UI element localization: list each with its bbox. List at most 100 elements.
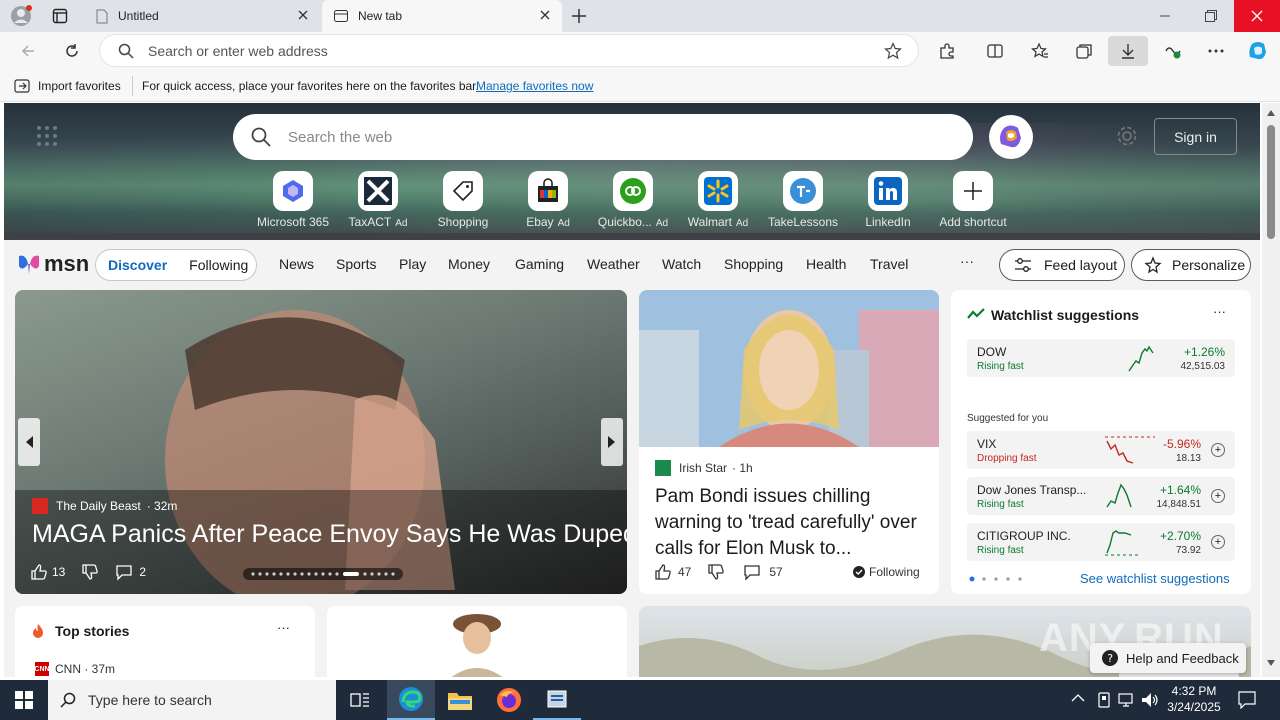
tab-actions-icon[interactable]	[52, 8, 68, 24]
app-launcher-icon[interactable]	[34, 123, 60, 149]
shortcut-shopping[interactable]: Shopping	[420, 171, 506, 231]
star-favorite-icon[interactable]	[884, 42, 902, 60]
msn-logo[interactable]: msn	[16, 251, 89, 277]
downloads-icon[interactable]	[1108, 36, 1148, 66]
volume-icon[interactable]	[1141, 692, 1159, 708]
tab-untitled[interactable]: Untitled	[84, 0, 320, 32]
tab-new-tab[interactable]: New tab	[322, 0, 562, 32]
following-tab[interactable]: Following	[189, 257, 248, 273]
discover-tab[interactable]: Discover	[108, 257, 167, 273]
watchlist-row-citigroup[interactable]: CITIGROUP INC. Rising fast +2.70% 73.92 …	[967, 523, 1235, 561]
settings-gear-icon[interactable]	[1116, 125, 1138, 147]
taskbar-file-explorer[interactable]	[436, 680, 484, 720]
add-shortcut-button[interactable]: Add shortcut	[930, 171, 1016, 231]
personalize-button[interactable]: Personalize	[1131, 249, 1251, 281]
shortcut-microsoft-365[interactable]: Microsoft 365	[250, 171, 336, 231]
profile-avatar[interactable]	[10, 5, 34, 27]
taskbar-firefox[interactable]	[485, 680, 533, 720]
address-bar[interactable]	[100, 35, 918, 66]
page-scrollbar[interactable]	[1262, 103, 1280, 677]
hero-story-card[interactable]: The Daily Beast · 32m MAGA Panics After …	[15, 290, 627, 594]
close-tab-icon[interactable]	[538, 8, 552, 22]
restore-button[interactable]	[1188, 0, 1234, 32]
taskbar-search[interactable]	[48, 680, 336, 720]
nav-watch[interactable]: Watch	[662, 256, 701, 272]
split-screen-icon[interactable]	[980, 37, 1010, 65]
carousel-dots[interactable]	[243, 568, 403, 580]
taskbar-app[interactable]	[533, 680, 581, 720]
story-headline[interactable]: Pam Bondi issues chilling warning to 'tr…	[655, 484, 927, 562]
nav-more-button[interactable]: ···	[960, 253, 974, 269]
back-button[interactable]	[13, 37, 43, 65]
shortcut-quickbooks[interactable]: Quickbo... Ad	[590, 171, 676, 231]
chevron-up-icon[interactable]	[1071, 693, 1085, 703]
nav-weather[interactable]: Weather	[587, 256, 640, 272]
taskbar-clock[interactable]: 4:32 PM 3/24/2025	[1160, 683, 1228, 715]
shortcut-taxact[interactable]: TaxACT Ad	[335, 171, 421, 231]
collections-icon[interactable]	[1069, 37, 1099, 65]
nav-health[interactable]: Health	[806, 256, 846, 272]
import-favorites-button[interactable]: Import favorites	[38, 79, 121, 93]
watchlist-row-vix[interactable]: VIX Dropping fast -5.96% 18.13 +	[967, 431, 1235, 469]
taskbar-edge[interactable]	[387, 680, 435, 720]
nav-play[interactable]: Play	[399, 256, 426, 272]
watchlist-more-button[interactable]: ···	[1213, 304, 1226, 319]
nav-news[interactable]: News	[279, 256, 314, 272]
following-badge[interactable]: Following	[853, 565, 920, 579]
story-card[interactable]: Irish Star · 1h Pam Bondi issues chillin…	[639, 290, 939, 594]
extensions-icon[interactable]	[932, 37, 962, 65]
nav-money[interactable]: Money	[448, 256, 490, 272]
like-icon[interactable]	[30, 563, 48, 581]
taskbar-search-input[interactable]	[88, 692, 318, 708]
nav-travel[interactable]: Travel	[870, 256, 908, 272]
new-tab-plus-icon[interactable]	[570, 7, 588, 25]
suggested-label: Suggested for you	[967, 413, 1049, 424]
hero-headline[interactable]: MAGA Panics After Peace Envoy Says He Wa…	[32, 520, 627, 549]
nav-shopping[interactable]: Shopping	[724, 256, 783, 272]
page-dots[interactable]	[969, 576, 1029, 582]
watchlist-row-dow[interactable]: DOW Rising fast +1.26% 42,515.03	[967, 339, 1235, 377]
comment-icon[interactable]	[743, 563, 761, 581]
close-window-button[interactable]	[1234, 0, 1280, 32]
shortcut-linkedin[interactable]: LinkedIn	[845, 171, 931, 231]
manage-favorites-link[interactable]: Manage favorites now	[476, 79, 593, 93]
shortcut-takelessons[interactable]: TakeLessons	[760, 171, 846, 231]
minimize-button[interactable]	[1142, 0, 1188, 32]
dislike-icon[interactable]	[81, 563, 99, 581]
web-search-input[interactable]	[288, 126, 928, 148]
add-to-watchlist-button[interactable]: +	[1211, 489, 1225, 503]
close-tab-icon[interactable]	[296, 8, 310, 22]
favorites-icon[interactable]	[1025, 37, 1055, 65]
carousel-prev-button[interactable]	[18, 418, 40, 466]
carousel-next-button[interactable]	[601, 418, 623, 466]
add-to-watchlist-button[interactable]: +	[1211, 443, 1225, 457]
watchlist-row-dow-transport[interactable]: Dow Jones Transp... Rising fast +1.64% 1…	[967, 477, 1235, 515]
shortcut-walmart[interactable]: Walmart Ad	[675, 171, 761, 231]
shortcut-ebay[interactable]: Ebay Ad	[505, 171, 591, 231]
copilot-icon[interactable]	[1243, 37, 1273, 65]
copilot-button[interactable]	[989, 115, 1033, 159]
notifications-icon[interactable]	[1238, 691, 1256, 709]
sign-in-button[interactable]: Sign in	[1154, 118, 1237, 155]
task-view-button[interactable]	[336, 680, 384, 720]
top-stories-more-button[interactable]: ···	[277, 620, 290, 635]
more-menu-icon[interactable]	[1201, 37, 1231, 65]
start-button[interactable]	[0, 680, 48, 720]
product-card[interactable]	[327, 606, 627, 677]
comment-icon[interactable]	[115, 563, 133, 581]
device-icon[interactable]	[1096, 691, 1112, 709]
browser-essentials-icon[interactable]	[1158, 37, 1188, 65]
feed-layout-button[interactable]: Feed layout	[999, 249, 1125, 281]
address-input[interactable]	[148, 41, 848, 61]
dislike-icon[interactable]	[707, 563, 725, 581]
help-feedback-button[interactable]: ? Help and Feedback	[1090, 643, 1246, 673]
scrollbar-thumb[interactable]	[1267, 125, 1275, 239]
network-icon[interactable]	[1118, 692, 1136, 708]
refresh-button[interactable]	[57, 37, 87, 65]
web-search-box[interactable]	[233, 114, 973, 160]
see-watchlist-link[interactable]: See watchlist suggestions	[1080, 571, 1230, 586]
nav-sports[interactable]: Sports	[336, 256, 376, 272]
add-to-watchlist-button[interactable]: +	[1211, 535, 1225, 549]
nav-gaming[interactable]: Gaming	[515, 256, 564, 272]
like-icon[interactable]	[654, 563, 672, 581]
